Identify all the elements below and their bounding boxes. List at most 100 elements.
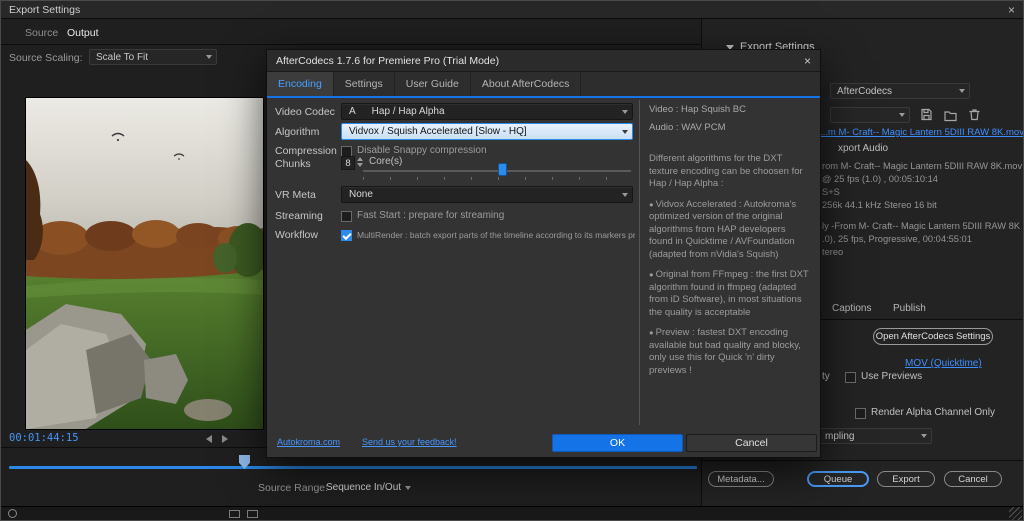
source-range-dropdown[interactable]: Sequence In/Out <box>326 482 415 493</box>
set-out-point-icon[interactable] <box>222 435 228 443</box>
multirender-checkbox[interactable] <box>341 230 352 241</box>
info-bullet: Original from FFmpeg : the first DXT alg… <box>649 269 811 319</box>
ok-button[interactable]: OK <box>552 434 683 452</box>
chevron-down-icon <box>959 89 965 93</box>
full-view-icon[interactable] <box>247 510 258 518</box>
export-audio-label: xport Audio <box>838 143 888 154</box>
resize-grip[interactable] <box>1009 507 1022 520</box>
chunks-slider-handle[interactable] <box>498 163 507 176</box>
save-preset-icon[interactable] <box>920 108 933 121</box>
tab-user-guide[interactable]: User Guide <box>395 72 471 96</box>
source-scaling-value: Scale To Fit <box>96 52 148 63</box>
export-settings-window: Export Settings × Source Output Source S… <box>0 0 1024 521</box>
tab-source[interactable]: Source <box>25 27 58 39</box>
chevron-down-icon <box>899 113 905 117</box>
tab-about-aftercodecs[interactable]: About AfterCodecs <box>471 72 582 96</box>
multirender-label: MultiRender : batch export parts of the … <box>357 230 635 240</box>
workflow-label: Workflow <box>275 229 318 241</box>
video-codec-label: Video Codec <box>275 106 335 118</box>
summary-line: .0), 25 fps, Progressive, 00:04:55:01 <box>822 233 1022 246</box>
tab-output[interactable]: Output <box>67 27 99 39</box>
dialog-title: AfterCodecs 1.7.6 for Premiere Pro (Tria… <box>276 55 499 67</box>
current-timecode: 00:01:44:15 <box>9 432 79 444</box>
tab-settings[interactable]: Settings <box>334 72 395 96</box>
alpha-badge: A <box>349 106 356 117</box>
summary-line: S+S <box>822 186 1022 199</box>
fast-start-checkbox[interactable] <box>341 211 352 222</box>
vr-meta-value: None <box>349 189 373 200</box>
algorithm-dropdown[interactable]: Vidvox / Squish Accelerated [Slow - HQ] <box>341 123 633 140</box>
chunks-value-box[interactable]: 8 <box>341 156 355 170</box>
quality-label-fragment: ty <box>822 371 830 382</box>
window-close-button[interactable]: × <box>1008 3 1015 17</box>
summary-line: tereo <box>822 246 1022 259</box>
chevron-down-icon <box>206 55 212 59</box>
dialog-cancel-button[interactable]: Cancel <box>686 434 817 452</box>
summary-line: ly -From M- Craft-- Magic Lantern 5DIII … <box>822 220 1022 233</box>
format-dropdown[interactable]: AfterCodecs <box>830 83 970 99</box>
chunks-unit-label: Core(s) <box>369 156 402 167</box>
chunks-slider-ticks <box>363 177 631 180</box>
info-video-line: Video : Hap Squish BC <box>649 104 811 117</box>
delete-preset-icon[interactable] <box>968 108 981 121</box>
use-previews-label: Use Previews <box>861 371 922 382</box>
disable-snappy-label: Disable Snappy compression <box>357 145 487 156</box>
tab-encoding[interactable]: Encoding <box>267 72 334 96</box>
compression-label: Compression <box>275 145 337 157</box>
streaming-label: Streaming <box>275 210 323 222</box>
format-value: AfterCodecs <box>837 86 892 97</box>
spin-up-icon[interactable] <box>357 157 363 161</box>
use-previews-checkbox[interactable] <box>845 372 856 383</box>
chunks-slider[interactable] <box>363 170 631 172</box>
source-range-value: Sequence In/Out <box>326 482 401 493</box>
summary-line: @ 25 fps (1.0) , 00:05:10:14 <box>822 173 1022 186</box>
chevron-down-icon <box>921 434 927 438</box>
window-titlebar: Export Settings × <box>1 1 1023 19</box>
feedback-link[interactable]: Send us your feedback! <box>362 437 457 447</box>
output-name-link[interactable]: ...m M- Craft-- Magic Lantern 5DIII RAW … <box>820 127 1024 138</box>
cancel-button[interactable]: Cancel <box>944 471 1002 487</box>
fit-view-icon[interactable] <box>229 510 240 518</box>
export-summary: rom M- Craft-- Magic Lantern 5DIII RAW 8… <box>822 160 1022 259</box>
source-scaling-dropdown[interactable]: Scale To Fit <box>89 49 217 65</box>
queue-button[interactable]: Queue <box>807 471 869 487</box>
source-range-label: Source Range: <box>258 482 328 494</box>
preset-dropdown[interactable] <box>830 107 910 123</box>
dialog-close-button[interactable]: × <box>804 54 811 68</box>
fast-start-label: Fast Start : prepare for streaming <box>357 210 504 221</box>
export-button[interactable]: Export <box>877 471 935 487</box>
resampling-dropdown[interactable]: mpling <box>818 428 932 444</box>
import-preset-icon[interactable] <box>944 109 957 122</box>
mov-quicktime-link[interactable]: MOV (Quicktime) <box>905 358 982 369</box>
algorithm-label: Algorithm <box>275 126 319 138</box>
timeline-scrollbar[interactable] <box>9 466 697 469</box>
footer-divider <box>702 460 1024 461</box>
aftercodecs-dialog: AfterCodecs 1.7.6 for Premiere Pro (Tria… <box>266 49 821 458</box>
source-scaling-label: Source Scaling: <box>9 52 83 64</box>
info-intro: Different algorithms for the DXT texture… <box>649 153 811 191</box>
chevron-down-icon <box>622 110 628 114</box>
vr-meta-label: VR Meta <box>275 189 316 201</box>
codec-info-panel: Video : Hap Squish BC Audio : WAV PCM Di… <box>649 104 811 385</box>
chunks-stepper[interactable] <box>357 157 363 167</box>
spin-down-icon[interactable] <box>357 163 363 167</box>
tab-captions[interactable]: Captions <box>832 303 871 314</box>
render-alpha-checkbox[interactable] <box>855 408 866 419</box>
preview-frame <box>26 98 263 429</box>
preview-image <box>26 98 263 429</box>
status-circle-icon <box>8 509 17 518</box>
open-aftercodecs-settings-button[interactable]: Open AfterCodecs Settings <box>873 328 993 345</box>
metadata-button[interactable]: Metadata... <box>708 471 774 487</box>
status-bar <box>1 506 1023 521</box>
summary-line: rom M- Craft-- Magic Lantern 5DIII RAW 8… <box>822 160 1022 173</box>
set-in-point-icon[interactable] <box>206 435 212 443</box>
resampling-value: mpling <box>825 431 854 442</box>
vr-meta-dropdown[interactable]: None <box>341 186 633 203</box>
render-alpha-label: Render Alpha Channel Only <box>871 407 995 418</box>
autokroma-link[interactable]: Autokroma.com <box>277 437 340 447</box>
dialog-titlebar[interactable]: AfterCodecs 1.7.6 for Premiere Pro (Tria… <box>267 50 820 72</box>
video-codec-dropdown[interactable]: A Hap / Hap Alpha <box>341 103 633 120</box>
info-audio-line: Audio : WAV PCM <box>649 122 811 135</box>
tab-publish[interactable]: Publish <box>893 303 926 314</box>
info-bullet: Vidvox Accelerated : Autokroma's optimiz… <box>649 199 811 262</box>
